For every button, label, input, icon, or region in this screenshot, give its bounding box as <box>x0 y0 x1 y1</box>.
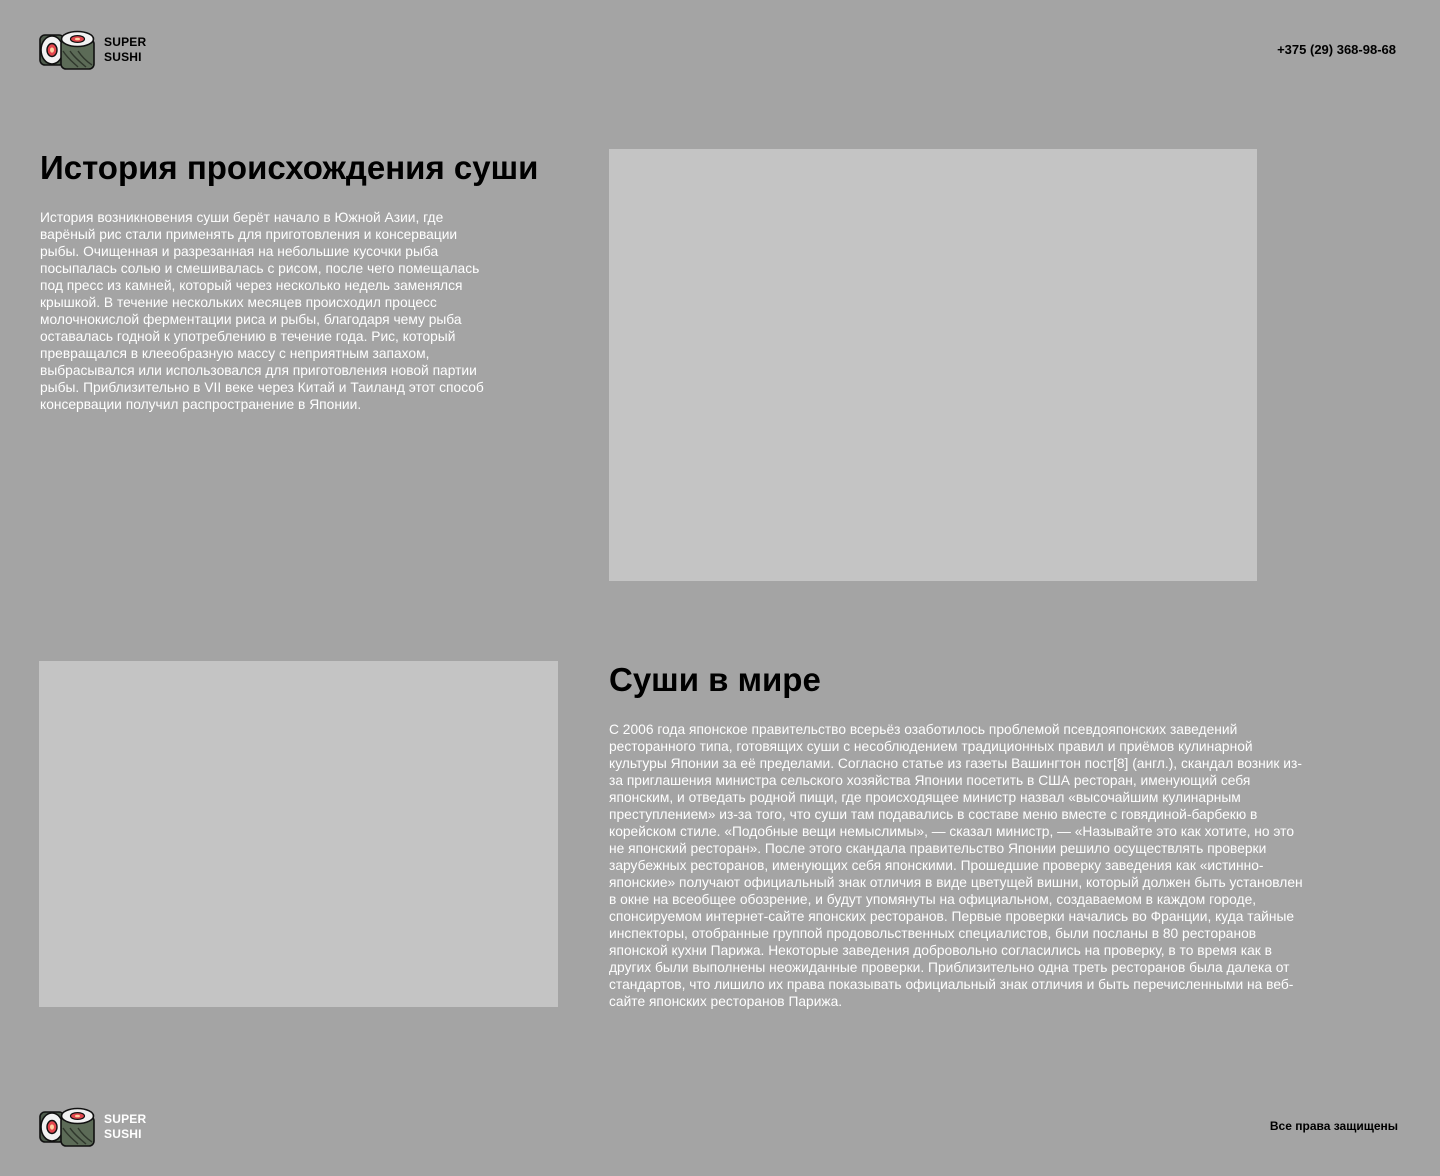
sushi-rolls-icon <box>39 1107 95 1147</box>
logo-line-1: SUPER <box>104 35 147 49</box>
image-placeholder-history <box>609 149 1257 581</box>
logo-line-2: SUSHI <box>104 50 142 64</box>
image-placeholder-world <box>39 661 558 1007</box>
logo-text: SUPER SUSHI <box>104 1112 146 1142</box>
sushi-rolls-icon <box>39 30 95 70</box>
phone-link[interactable]: +375 (29) 368-98-68 <box>1277 42 1396 57</box>
header-logo[interactable]: SUPER SUSHI <box>38 29 146 71</box>
copyright-text: Все права защищены <box>1269 1119 1398 1133</box>
section-title-history: История происхождения суши <box>40 149 539 186</box>
section-text-world: С 2006 года японское правительство всерь… <box>609 722 1303 1009</box>
section-text-history: История возникновения суши берёт начало … <box>40 210 484 412</box>
section-title-world: Суши в мире <box>609 661 821 698</box>
logo-line-1: SUPER <box>104 1112 147 1126</box>
logo-text: SUPER SUSHI <box>104 35 146 65</box>
footer-logo[interactable]: SUPER SUSHI <box>38 1106 146 1148</box>
logo-line-2: SUSHI <box>104 1127 142 1141</box>
